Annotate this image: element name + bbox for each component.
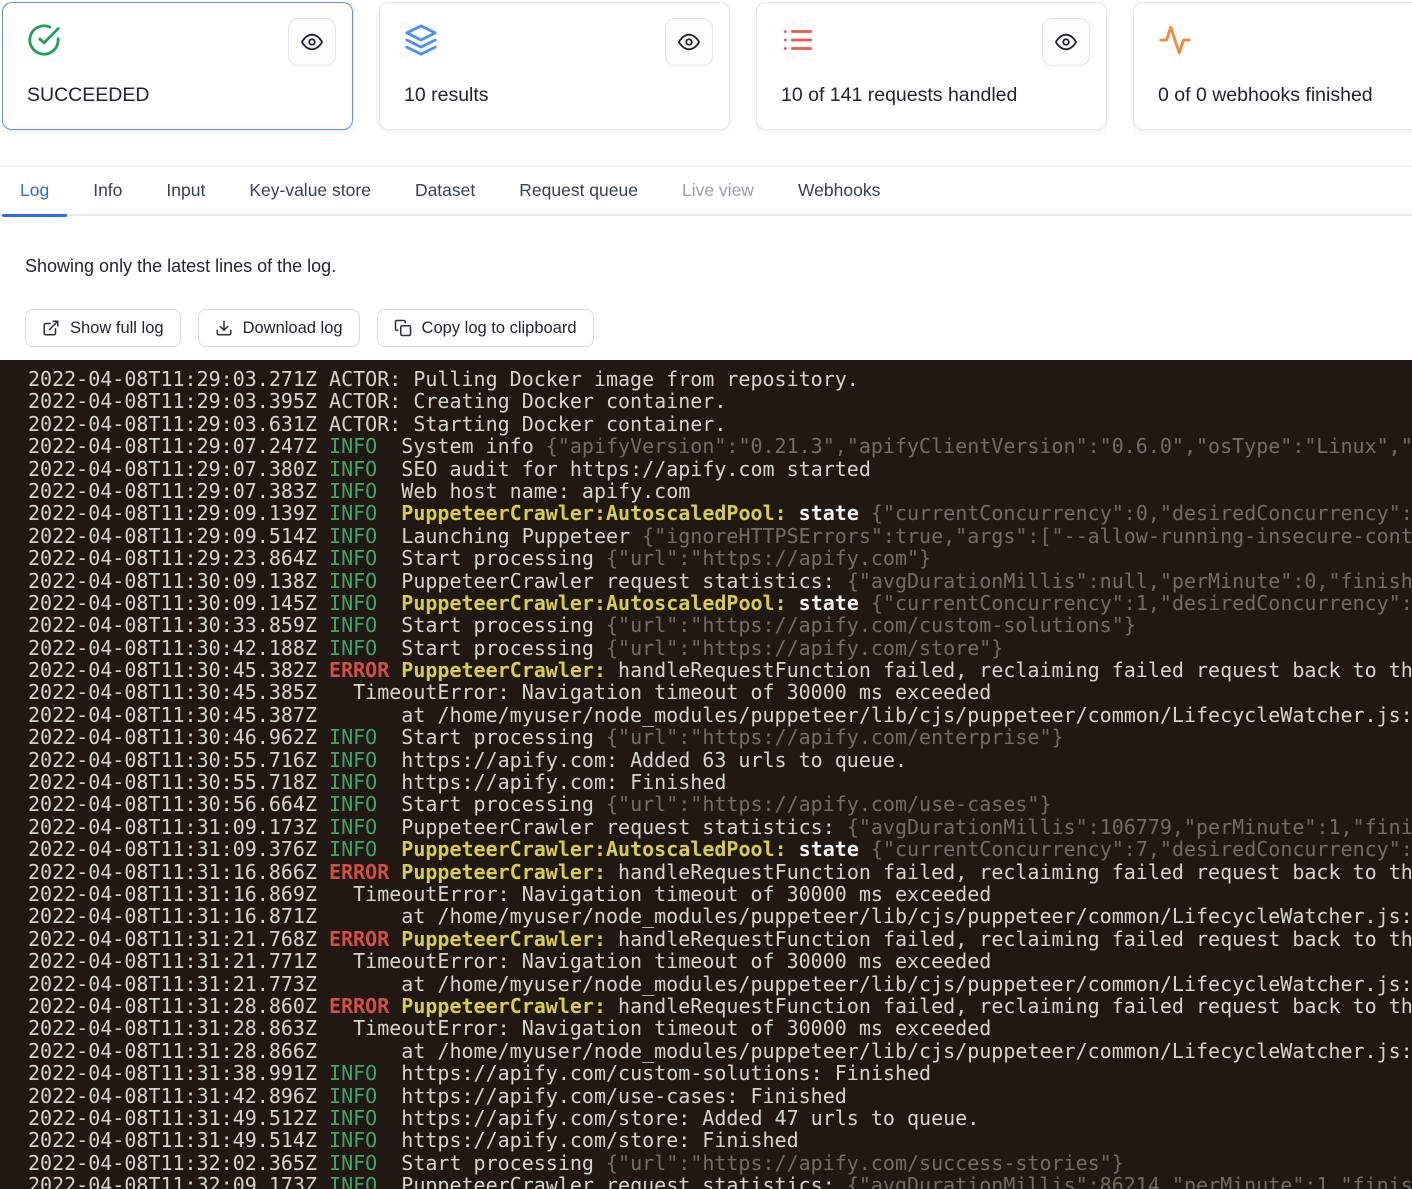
log-line: 2022-04-08T11:29:07.383Z INFO Web host n… bbox=[28, 480, 1412, 502]
log-line: 2022-04-08T11:29:07.380Z INFO SEO audit … bbox=[28, 458, 1412, 480]
log-line: 2022-04-08T11:31:38.991Z INFO https://ap… bbox=[28, 1062, 1412, 1084]
log-output[interactable]: 2022-04-08T11:29:03.271Z ACTOR: Pulling … bbox=[0, 360, 1412, 1189]
log-line: 2022-04-08T11:31:16.869Z TimeoutError: N… bbox=[28, 883, 1412, 905]
tab-info[interactable]: Info bbox=[93, 180, 122, 201]
log-line: 2022-04-08T11:31:16.871Z at /home/myuser… bbox=[28, 905, 1412, 927]
tab-bar: Log Info Input Key-value store Dataset R… bbox=[0, 166, 1412, 216]
log-line: 2022-04-08T11:29:03.395Z ACTOR: Creating… bbox=[28, 390, 1412, 412]
eye-icon bbox=[301, 31, 323, 53]
log-line: 2022-04-08T11:31:21.771Z TimeoutError: N… bbox=[28, 950, 1412, 972]
log-line: 2022-04-08T11:31:28.860Z ERROR Puppeteer… bbox=[28, 995, 1412, 1017]
log-actions: Show full log Download log Copy log to c… bbox=[25, 309, 594, 347]
activity-icon bbox=[1158, 23, 1192, 57]
tab-dataset[interactable]: Dataset bbox=[415, 180, 475, 201]
log-line: 2022-04-08T11:30:55.716Z INFO https://ap… bbox=[28, 749, 1412, 771]
eye-icon bbox=[1055, 31, 1077, 53]
copy-log-button[interactable]: Copy log to clipboard bbox=[377, 309, 594, 347]
status-cards-row: SUCCEEDED 10 results 10 of 141 reques bbox=[2, 2, 1412, 134]
copy-icon bbox=[394, 319, 412, 337]
log-line: 2022-04-08T11:30:09.145Z INFO PuppeteerC… bbox=[28, 592, 1412, 614]
log-line: 2022-04-08T11:30:46.962Z INFO Start proc… bbox=[28, 726, 1412, 748]
log-line: 2022-04-08T11:31:09.173Z INFO PuppeteerC… bbox=[28, 816, 1412, 838]
requests-count-label: 10 of 141 requests handled bbox=[781, 84, 1017, 107]
log-line: 2022-04-08T11:29:03.271Z ACTOR: Pulling … bbox=[28, 368, 1412, 390]
watch-run-status-button[interactable] bbox=[288, 18, 336, 66]
log-line: 2022-04-08T11:31:28.866Z at /home/myuser… bbox=[28, 1040, 1412, 1062]
download-log-button[interactable]: Download log bbox=[198, 309, 360, 347]
log-note: Showing only the latest lines of the log… bbox=[25, 256, 336, 277]
tab-webhooks[interactable]: Webhooks bbox=[798, 180, 880, 201]
show-full-log-button[interactable]: Show full log bbox=[25, 309, 181, 347]
results-count-label: 10 results bbox=[404, 84, 489, 107]
log-line: 2022-04-08T11:30:55.718Z INFO https://ap… bbox=[28, 771, 1412, 793]
tab-log[interactable]: Log bbox=[20, 180, 49, 201]
log-line: 2022-04-08T11:30:45.387Z at /home/myuser… bbox=[28, 704, 1412, 726]
tab-input[interactable]: Input bbox=[166, 180, 205, 201]
check-circle-icon bbox=[27, 23, 61, 57]
log-line: 2022-04-08T11:30:09.138Z INFO PuppeteerC… bbox=[28, 570, 1412, 592]
log-line: 2022-04-08T11:30:42.188Z INFO Start proc… bbox=[28, 637, 1412, 659]
tab-live-view: Live view bbox=[682, 180, 754, 201]
status-card-results[interactable]: 10 results bbox=[379, 2, 730, 130]
log-line: 2022-04-08T11:29:09.139Z INFO PuppeteerC… bbox=[28, 502, 1412, 524]
external-link-icon bbox=[42, 319, 60, 337]
layers-icon bbox=[404, 23, 438, 57]
log-line: 2022-04-08T11:31:21.768Z ERROR Puppeteer… bbox=[28, 928, 1412, 950]
webhooks-count-label: 0 of 0 webhooks finished bbox=[1158, 84, 1373, 107]
log-line: 2022-04-08T11:29:07.247Z INFO System inf… bbox=[28, 435, 1412, 457]
log-line: 2022-04-08T11:29:03.631Z ACTOR: Starting… bbox=[28, 413, 1412, 435]
log-line: 2022-04-08T11:32:02.365Z INFO Start proc… bbox=[28, 1152, 1412, 1174]
tab-key-value-store[interactable]: Key-value store bbox=[249, 180, 371, 201]
status-card-requests[interactable]: 10 of 141 requests handled bbox=[756, 2, 1107, 130]
watch-results-button[interactable] bbox=[665, 18, 713, 66]
log-line: 2022-04-08T11:29:23.864Z INFO Start proc… bbox=[28, 547, 1412, 569]
log-line: 2022-04-08T11:30:33.859Z INFO Start proc… bbox=[28, 614, 1412, 636]
eye-icon bbox=[678, 31, 700, 53]
log-line: 2022-04-08T11:31:42.896Z INFO https://ap… bbox=[28, 1085, 1412, 1107]
status-card-webhooks[interactable]: 0 of 0 webhooks finished bbox=[1133, 2, 1412, 130]
copy-log-label: Copy log to clipboard bbox=[422, 319, 577, 338]
run-status-label: SUCCEEDED bbox=[27, 84, 149, 107]
log-line: 2022-04-08T11:31:49.514Z INFO https://ap… bbox=[28, 1129, 1412, 1151]
log-line: 2022-04-08T11:31:28.863Z TimeoutError: N… bbox=[28, 1017, 1412, 1039]
status-card-run-status[interactable]: SUCCEEDED bbox=[2, 2, 353, 130]
download-icon bbox=[215, 319, 233, 337]
watch-requests-button[interactable] bbox=[1042, 18, 1090, 66]
log-line: 2022-04-08T11:30:56.664Z INFO Start proc… bbox=[28, 793, 1412, 815]
log-line: 2022-04-08T11:32:09.173Z INFO PuppeteerC… bbox=[28, 1174, 1412, 1189]
download-log-label: Download log bbox=[243, 319, 343, 338]
log-line: 2022-04-08T11:31:21.773Z at /home/myuser… bbox=[28, 973, 1412, 995]
log-line: 2022-04-08T11:30:45.382Z ERROR Puppeteer… bbox=[28, 659, 1412, 681]
log-line: 2022-04-08T11:30:45.385Z TimeoutError: N… bbox=[28, 681, 1412, 703]
log-line: 2022-04-08T11:29:09.514Z INFO Launching … bbox=[28, 525, 1412, 547]
show-full-log-label: Show full log bbox=[70, 319, 164, 338]
log-line: 2022-04-08T11:31:16.866Z ERROR Puppeteer… bbox=[28, 861, 1412, 883]
tab-request-queue[interactable]: Request queue bbox=[519, 180, 638, 201]
list-icon bbox=[781, 23, 815, 57]
log-line: 2022-04-08T11:31:09.376Z INFO PuppeteerC… bbox=[28, 838, 1412, 860]
log-line: 2022-04-08T11:31:49.512Z INFO https://ap… bbox=[28, 1107, 1412, 1129]
